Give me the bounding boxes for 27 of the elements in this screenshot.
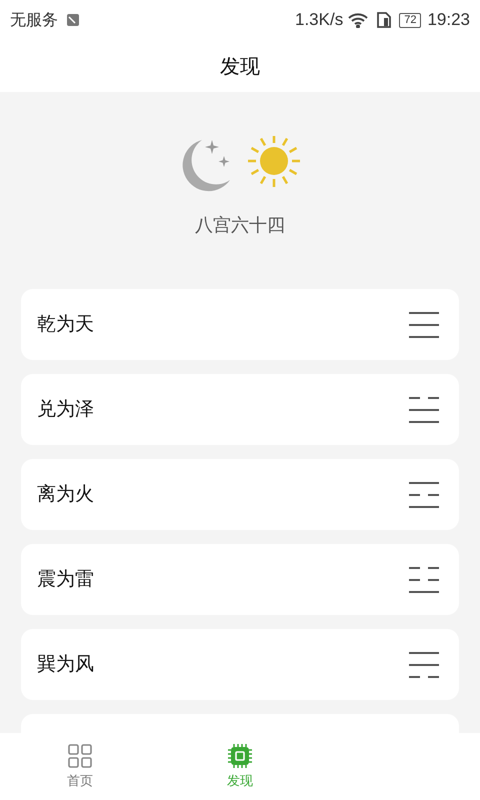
wifi-icon bbox=[347, 12, 370, 28]
trigram-card[interactable]: 兑为泽 bbox=[21, 374, 459, 445]
trigram-card[interactable]: 离为火 bbox=[21, 459, 459, 530]
trigram-symbol-icon bbox=[409, 312, 439, 338]
clock-time: 19:23 bbox=[427, 9, 470, 32]
grid-icon bbox=[67, 742, 93, 769]
trigram-symbol-icon bbox=[409, 482, 439, 508]
battery-indicator: 72 bbox=[399, 12, 422, 28]
trigram-name: 震为雷 bbox=[37, 567, 94, 592]
page-title: 发现 bbox=[220, 53, 260, 80]
trigram-symbol-icon bbox=[409, 396, 439, 422]
trigram-card[interactable]: 震为雷 bbox=[21, 544, 459, 615]
trigram-card[interactable]: 巽为风 bbox=[21, 629, 459, 700]
image-icon bbox=[66, 13, 80, 27]
trigram-card[interactable]: 乾为天 bbox=[21, 289, 459, 360]
trigram-symbol-icon bbox=[409, 566, 439, 592]
trigram-name: 兑为泽 bbox=[37, 397, 94, 422]
network-speed: 1.3K/s bbox=[295, 9, 344, 32]
hero-caption: 八宫六十四 bbox=[195, 214, 285, 238]
sim-icon bbox=[377, 12, 392, 28]
carrier-text: 无服务 bbox=[10, 9, 58, 31]
trigram-name: 离为火 bbox=[37, 482, 94, 508]
nav-tab[interactable]: 首页 bbox=[0, 733, 160, 800]
trigram-name: 巽为风 bbox=[37, 652, 94, 678]
trigram-symbol-icon bbox=[409, 652, 439, 678]
chip-icon bbox=[227, 742, 253, 769]
trigram-name: 乾为天 bbox=[37, 312, 94, 338]
